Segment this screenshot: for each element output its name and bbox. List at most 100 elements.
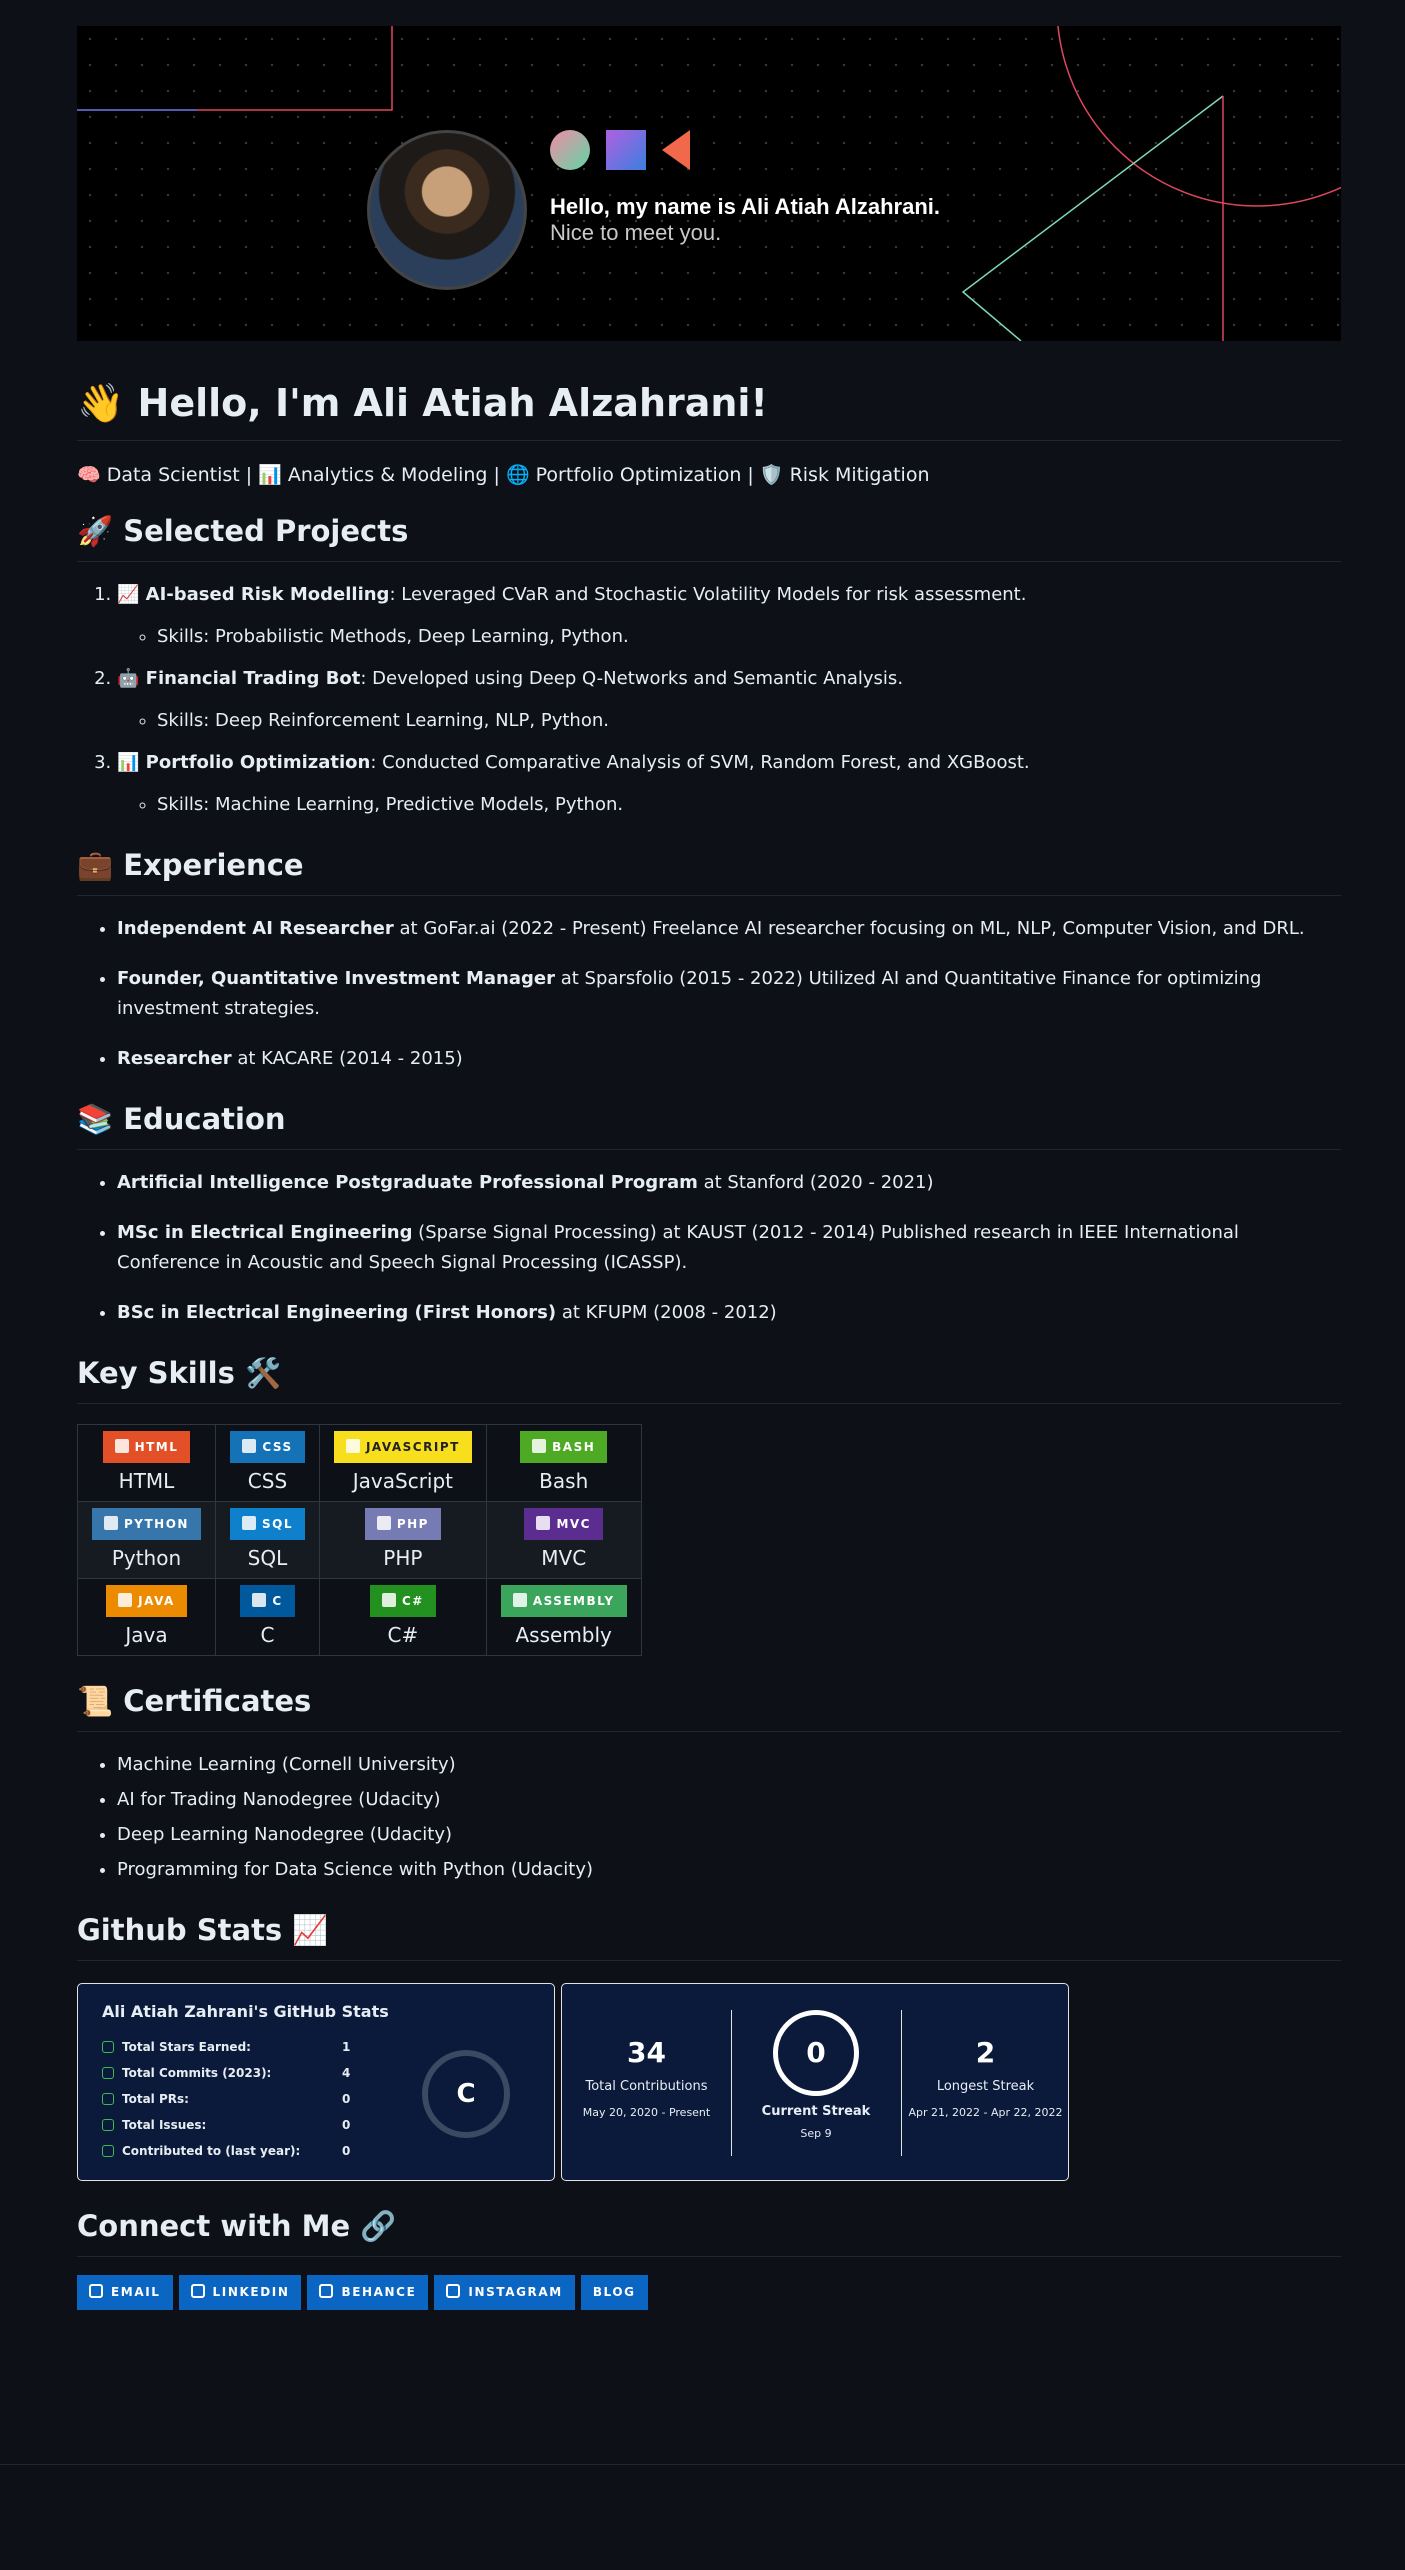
- longest-number: 2: [975, 2036, 996, 2069]
- repo-icon: [102, 2145, 114, 2157]
- skill-label: MVC: [541, 1546, 587, 1570]
- skill-label: PHP: [383, 1546, 423, 1570]
- linkedin-button[interactable]: LINKEDIN: [178, 2275, 302, 2310]
- skills-row: HTML HTML CSS CSS JAVASCRIPT JavaScript BASH Ba…: [77, 1424, 642, 1502]
- list-item: 🤖 Financial Trading Bot: Developed using…: [117, 664, 1341, 736]
- blog-button[interactable]: BLOG: [580, 2275, 648, 2310]
- role-detail: at GoFar.ai (2022 - Present) Freelance A…: [393, 918, 1305, 939]
- page-title: 👋 Hello, I'm Ali Atiah Alzahrani!: [77, 381, 1341, 441]
- degree: BSc in Electrical Engineering (First Hon…: [117, 1302, 557, 1323]
- instagram-button[interactable]: INSTAGRAM: [434, 2275, 575, 2310]
- skill-cell: PHP PHP: [318, 1501, 487, 1579]
- skill-badge: CSS: [230, 1431, 305, 1463]
- skills-table: HTML HTML CSS CSS JAVASCRIPT JavaScript BASH Ba…: [77, 1424, 642, 1656]
- current-number: 0: [806, 2036, 826, 2069]
- stat-row: Total Stars Earned: 1: [102, 2040, 350, 2054]
- skill-cell: ASSEMBLY Assembly: [485, 1578, 642, 1656]
- badge-text: PHP: [396, 1517, 429, 1531]
- experience-section: 💼 Experience Independent AI Researcher a…: [77, 848, 1341, 1074]
- badge-text: CSS: [262, 1440, 293, 1454]
- project-skills: Skills: Deep Reinforcement Learning, NLP…: [157, 706, 1341, 736]
- skills-row: PYTHON Python SQL SQL PHP PHP MVC MVC: [77, 1501, 642, 1579]
- star-icon: [102, 2041, 114, 2053]
- longest-range: Apr 21, 2022 - Apr 22, 2022: [908, 2106, 1063, 2119]
- project-title: 📈 AI-based Risk Modelling: [117, 584, 390, 605]
- skill-label: JavaScript: [352, 1469, 454, 1493]
- list-item: AI for Trading Nanodegree (Udacity): [117, 1785, 1341, 1815]
- skill-label: CSS: [247, 1469, 288, 1493]
- email-button[interactable]: EMAIL: [77, 2275, 173, 2310]
- stat-value: 0: [342, 2144, 351, 2158]
- rank-ring: C: [422, 2050, 510, 2138]
- education-heading: 📚 Education: [77, 1102, 1341, 1150]
- skills-row: JAVA Java C C C# C# ASSEMBLY Assembly: [77, 1578, 642, 1656]
- button-label: BLOG: [592, 2285, 636, 2299]
- projects-list: 📈 AI-based Risk Modelling: Leveraged CVa…: [77, 580, 1341, 820]
- list-item: Founder, Quantitative Investment Manager…: [117, 964, 1341, 1024]
- skill-cell: JAVA Java: [77, 1578, 216, 1656]
- total-number: 34: [627, 2036, 666, 2069]
- skill-logo-icon: [252, 1593, 267, 1607]
- stat-label: Contributed to (last year):: [122, 2144, 301, 2158]
- total-label: Total Contributions: [585, 2079, 708, 2094]
- github-stats-card[interactable]: Ali Atiah Zahrani's GitHub Stats Total S…: [77, 1983, 555, 2181]
- skill-logo-icon: [104, 1516, 118, 1530]
- badge-text: JAVA: [138, 1594, 175, 1608]
- skill-badge: ASSEMBLY: [500, 1585, 627, 1617]
- rank-letter: C: [456, 2079, 476, 2109]
- stat-value: 4: [342, 2066, 351, 2080]
- stat-label: Total PRs:: [122, 2092, 189, 2106]
- skill-label: HTML: [118, 1469, 175, 1493]
- skill-cell: BASH Bash: [485, 1424, 642, 1502]
- education-list: Artificial Intelligence Postgraduate Pro…: [77, 1168, 1341, 1328]
- banner-shapes: [550, 130, 690, 170]
- experience-heading: 💼 Experience: [77, 848, 1341, 896]
- list-item: Researcher at KACARE (2014 - 2015): [117, 1044, 1341, 1074]
- footer-divider: [0, 2464, 1405, 2465]
- skill-cell: HTML HTML: [77, 1424, 216, 1502]
- skill-badge: PHP: [364, 1508, 441, 1540]
- degree: MSc in Electrical Engineering: [117, 1222, 413, 1243]
- role-detail: at KACARE (2014 - 2015): [231, 1048, 463, 1069]
- stats-card-title: Ali Atiah Zahrani's GitHub Stats: [102, 2002, 389, 2021]
- experience-list: Independent AI Researcher at GoFar.ai (2…: [77, 914, 1341, 1074]
- skill-logo-icon: [536, 1516, 551, 1530]
- skill-badge: BASH: [520, 1431, 608, 1463]
- stat-label: Total Issues:: [122, 2118, 207, 2132]
- badge-text: HTML: [134, 1440, 179, 1454]
- skill-cell: PYTHON Python: [77, 1501, 216, 1579]
- circle-shape: [550, 130, 590, 170]
- skill-label: Python: [111, 1546, 182, 1570]
- badge-text: PYTHON: [124, 1517, 189, 1531]
- skill-cell: C# C#: [318, 1578, 487, 1656]
- behance-button[interactable]: BEHANCE: [307, 2275, 429, 2310]
- square-shape: [606, 130, 646, 170]
- total-contributions: 34 Total Contributions May 20, 2020 - Pr…: [562, 1984, 731, 2182]
- badge-text: JAVASCRIPT: [365, 1440, 460, 1454]
- longest-label: Longest Streak: [936, 2079, 1035, 2094]
- role: Independent AI Researcher: [117, 918, 394, 939]
- skill-cell: SQL SQL: [214, 1501, 320, 1579]
- behance-icon: [319, 2284, 334, 2298]
- degree-detail: at KFUPM (2008 - 2012): [556, 1302, 777, 1323]
- stat-row: Total Issues: 0: [102, 2118, 350, 2132]
- current-streak: 0 Current Streak Sep 9: [731, 1984, 901, 2182]
- longest-streak: 2 Longest Streak Apr 21, 2022 - Apr 22, …: [901, 1984, 1070, 2182]
- current-range: Sep 9: [800, 2127, 832, 2140]
- list-item: BSc in Electrical Engineering (First Hon…: [117, 1298, 1341, 1328]
- github-streak-card[interactable]: 34 Total Contributions May 20, 2020 - Pr…: [561, 1983, 1069, 2181]
- banner-greeting: Hello, my name is Ali Atiah Alzahrani.: [550, 194, 940, 219]
- connect-heading: Connect with Me 🔗: [77, 2209, 1341, 2257]
- skill-badge: C: [240, 1585, 295, 1617]
- stat-value: 1: [342, 2040, 351, 2054]
- total-range: May 20, 2020 - Present: [582, 2106, 711, 2119]
- skill-badge: MVC: [524, 1508, 603, 1540]
- certificates-list: Machine Learning (Cornell University) AI…: [77, 1750, 1341, 1885]
- skill-logo-icon: [381, 1593, 396, 1607]
- button-label: BEHANCE: [341, 2285, 417, 2299]
- avatar: [367, 130, 527, 290]
- skill-logo-icon: [345, 1439, 360, 1453]
- skill-label: Bash: [539, 1469, 589, 1493]
- list-item: Artificial Intelligence Postgraduate Pro…: [117, 1168, 1341, 1198]
- badge-text: BASH: [552, 1440, 596, 1454]
